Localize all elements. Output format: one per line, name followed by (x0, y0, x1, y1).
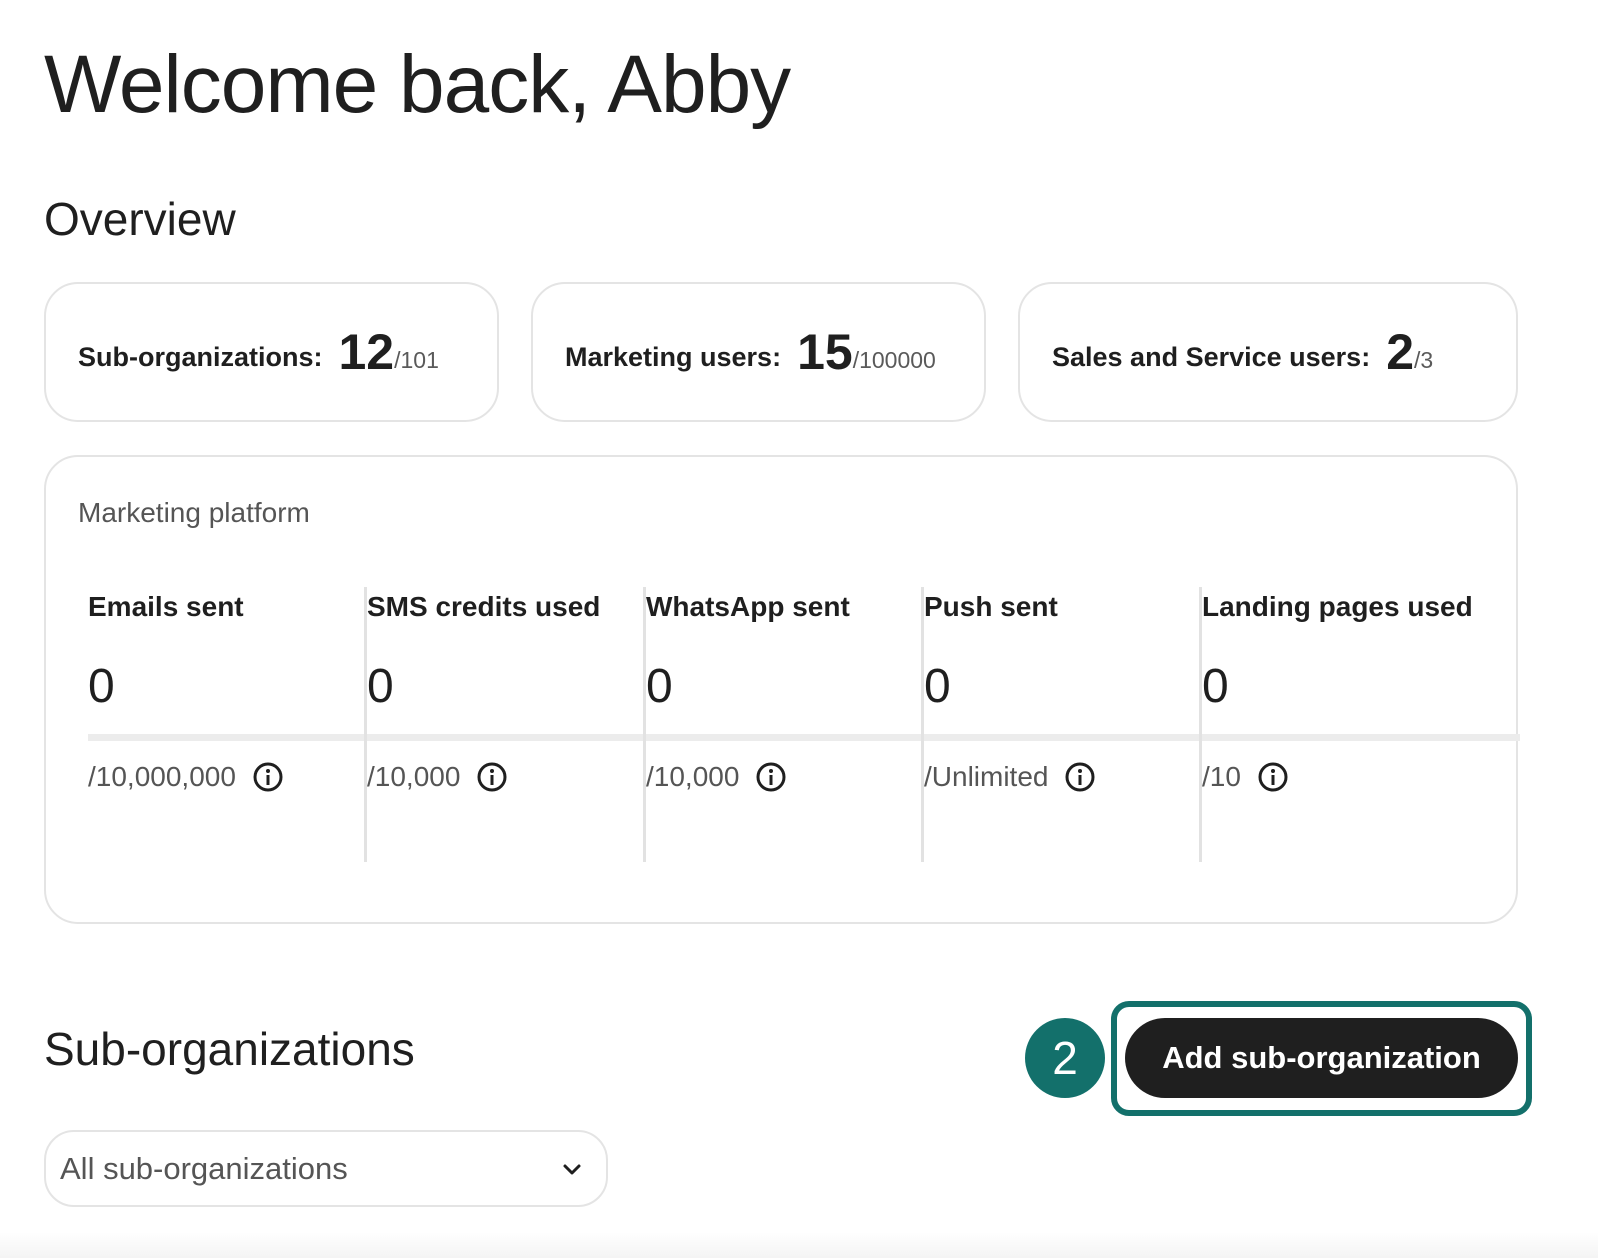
info-icon[interactable] (755, 761, 787, 793)
stat-label: Marketing users: (565, 341, 782, 372)
info-icon[interactable] (1064, 761, 1096, 793)
metric-label: Push sent (924, 591, 1058, 622)
metric-limit-text: /10,000 (646, 761, 740, 792)
stat-card-sales-service-users: Sales and Service users: 2 /3 (1018, 282, 1518, 422)
stat-limit: /3 (1414, 346, 1434, 373)
stat-value: 2 (1386, 324, 1414, 380)
metric-limit-text: /Unlimited (924, 761, 1049, 792)
chevron-down-icon (563, 1164, 581, 1174)
metric-limit: /10,000,000 (88, 761, 284, 793)
metric-limit: /Unlimited (924, 761, 1096, 793)
step-number-badge: 2 (1025, 1018, 1105, 1098)
stat-limit: /100000 (852, 346, 936, 373)
sub-organization-filter-select[interactable]: All sub-organizations (44, 1130, 608, 1207)
stat-label: Sales and Service users: (1052, 341, 1371, 372)
stat-value: 15 (797, 324, 853, 380)
info-icon[interactable] (252, 761, 284, 793)
metric-emails-sent: Emails sent 0 /10,000,000 (88, 587, 367, 862)
page: Welcome back, Abby Overview Sub-organiza… (0, 0, 1598, 1258)
metric-value: 0 (646, 660, 673, 713)
platform-title: Marketing platform (78, 497, 310, 528)
metric-value: 0 (88, 660, 115, 713)
metric-whatsapp-sent: WhatsApp sent 0 /10,000 (643, 587, 922, 862)
welcome-heading: Welcome back, Abby (44, 39, 791, 130)
stat-card-suborganizations: Sub-organizations: 12 /101 (44, 282, 499, 422)
metric-limit-text: /10,000,000 (88, 761, 236, 792)
metric-label: Emails sent (88, 591, 244, 622)
overview-title: Overview (44, 193, 236, 245)
stat-limit: /101 (394, 346, 439, 373)
metric-value: 0 (1202, 660, 1229, 713)
metric-limit: /10 (1202, 761, 1289, 793)
metric-limit-text: /10 (1202, 761, 1241, 792)
suborganizations-title: Sub-organizations (44, 1023, 415, 1075)
metric-label: WhatsApp sent (646, 591, 850, 622)
metric-limit: /10,000 (646, 761, 787, 793)
add-sub-organization-button[interactable]: Add sub-organization (1125, 1018, 1518, 1098)
stat-label: Sub-organizations: (78, 341, 323, 372)
metric-value: 0 (367, 660, 394, 713)
info-icon[interactable] (476, 761, 508, 793)
metric-label: SMS credits used (367, 591, 601, 622)
info-icon[interactable] (1257, 761, 1289, 793)
metric-limit-text: /10,000 (367, 761, 461, 792)
metric-limit: /10,000 (367, 761, 508, 793)
filter-selected-value: All sub-organizations (60, 1150, 348, 1186)
metric-value: 0 (924, 660, 951, 713)
stat-card-marketing-users: Marketing users: 15 /100000 (531, 282, 986, 422)
metric-landing-pages-used: Landing pages used 0 /10 (1199, 587, 1499, 862)
metric-label: Landing pages used (1202, 591, 1473, 622)
stat-value: 12 (338, 324, 395, 380)
marketing-platform-card: Marketing platform Emails sent 0 /10,000… (44, 455, 1520, 924)
metric-sms-credits-used: SMS credits used 0 /10,000 (364, 587, 643, 862)
scroll-edge-shadow (0, 1232, 1598, 1258)
metric-push-sent: Push sent 0 /Unlimited (921, 587, 1200, 862)
